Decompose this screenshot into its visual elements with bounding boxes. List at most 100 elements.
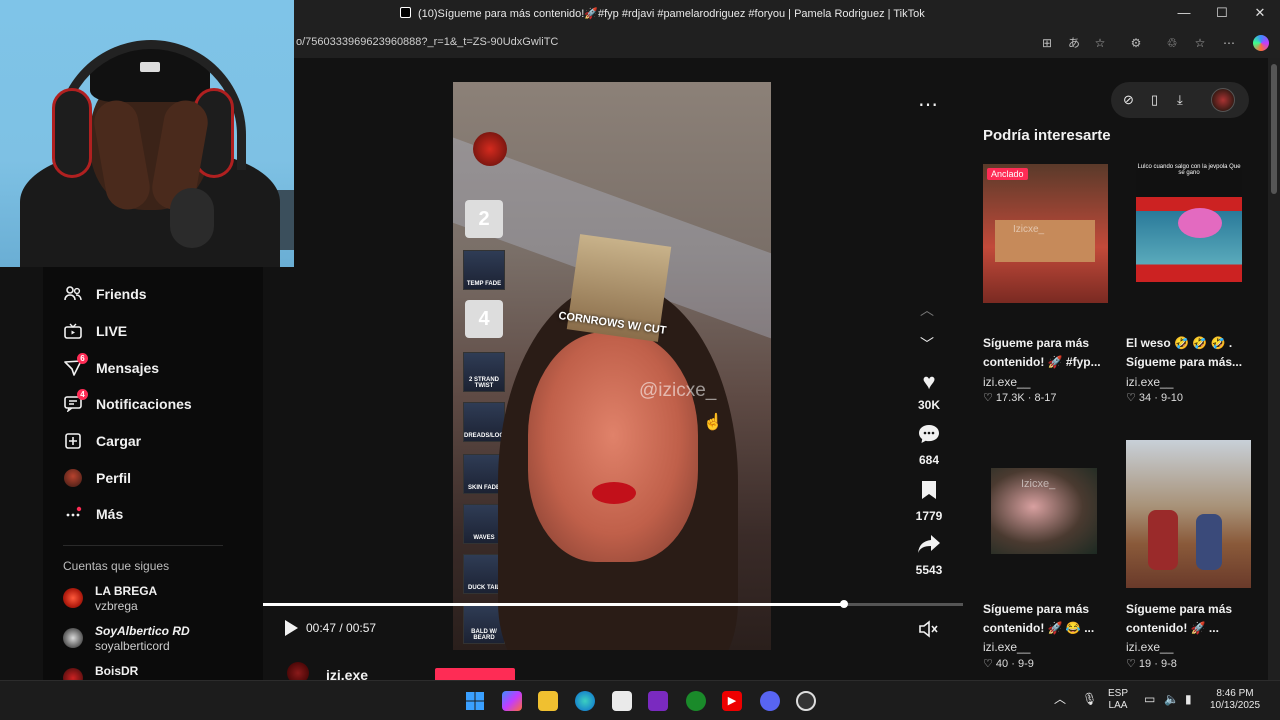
sidebar-item-label: Friends <box>96 286 147 302</box>
sidebar-item-perfil[interactable]: Perfil <box>63 466 131 490</box>
friends-icon <box>63 284 83 304</box>
language-bottom: LAA <box>1108 700 1128 711</box>
user-avatar[interactable] <box>1211 88 1235 112</box>
sidebar-item-label: Notificaciones <box>96 396 192 412</box>
microphone-icon[interactable]: 🎙 <box>1082 693 1097 705</box>
webcam-overlay <box>0 0 294 267</box>
youtube-icon[interactable]: ▶ <box>722 691 742 711</box>
sidebar-item-mensajes[interactable]: 6 Mensajes <box>63 353 160 380</box>
card-overlay-text: Lulco cuando salgo con la jevpola Que se… <box>1137 164 1241 176</box>
like-count: 30K <box>917 398 940 412</box>
card-stats: ♡ 34 · 9-10 <box>1126 392 1183 404</box>
rank-badge: 2 <box>465 200 503 238</box>
comment-icon[interactable] <box>908 424 950 449</box>
copilot-icon[interactable] <box>1253 35 1269 51</box>
file-explorer-icon[interactable] <box>538 691 558 711</box>
rank-1-avatar <box>473 132 507 166</box>
card-caption: Sígueme para más contenido! 🚀 ... <box>1126 602 1233 635</box>
notifications-badge: 4 <box>77 389 88 400</box>
video-player[interactable]: 2 TEMP FADE 4 2 STRAND TWIST DREADS/LOCS… <box>453 82 771 650</box>
video-lips <box>592 482 636 504</box>
tray-overflow-icon[interactable]: ︿ <box>1054 693 1066 705</box>
volume-icon[interactable]: 🔈 <box>1164 693 1179 705</box>
battery-icon[interactable]: ▮ <box>1185 693 1192 705</box>
sidebar-item-label: LIVE <box>96 323 128 339</box>
compass-icon[interactable]: ⊘ <box>1123 92 1134 108</box>
save-action[interactable]: 1779 <box>908 480 950 523</box>
save-count: 1779 <box>915 509 943 523</box>
minimize-button[interactable]: — <box>1174 4 1194 22</box>
progress-knob[interactable] <box>840 600 848 608</box>
haircut-thumbnail: 2 STRAND TWIST <box>463 352 505 392</box>
card-likes: 34 <box>1138 392 1152 404</box>
sidebar-item-label: Cargar <box>96 433 142 449</box>
microphone <box>170 188 214 248</box>
favorite-star-icon[interactable]: ☆ <box>1092 35 1108 51</box>
settings-menu-icon[interactable]: ⋯ <box>1221 35 1237 51</box>
rank-badge: 4 <box>465 300 503 338</box>
windows-start-icon[interactable] <box>465 691 485 711</box>
share-count: 5543 <box>915 563 943 577</box>
following-handle: vzbrega <box>95 599 138 613</box>
video-progress-bar[interactable] <box>263 600 963 608</box>
sidebar-item-friends[interactable]: Friends <box>63 282 147 306</box>
sidebar-item-cargar[interactable]: Cargar <box>63 429 141 453</box>
like-action[interactable]: ♥ 30K <box>908 370 950 413</box>
messages-icon: 6 <box>63 353 88 378</box>
sidebar-item-notificaciones[interactable]: 4 Notificaciones <box>63 389 192 416</box>
url-field[interactable]: o/7560333969623960888?_r=1&_t=ZS-90UdxGw… <box>296 36 558 48</box>
more-icon <box>63 504 83 524</box>
copilot-app-icon[interactable] <box>502 691 522 711</box>
heart-icon[interactable]: ♥ <box>908 370 950 394</box>
scrollbar-thumb[interactable] <box>1271 64 1277 194</box>
card-user: izi.exe__ <box>1126 375 1174 389</box>
follow-button[interactable] <box>435 668 515 680</box>
next-video-icon[interactable]: ﹀ <box>920 334 934 354</box>
comment-action[interactable]: 684 <box>908 424 950 467</box>
pinned-badge: Anclado <box>987 168 1028 180</box>
clock[interactable]: 8:46 PM 10/13/2025 <box>1208 688 1262 712</box>
share-action[interactable]: 5543 <box>908 534 950 577</box>
haircut-label: 2 STRAND TWIST <box>468 377 499 389</box>
share-icon[interactable] <box>908 534 950 559</box>
sidebar-item-mas[interactable]: Más <box>63 502 123 526</box>
messages-badge: 6 <box>77 353 88 364</box>
sidebar-item-live[interactable]: LIVE <box>63 319 127 343</box>
card-date: 9-9 <box>1017 658 1034 670</box>
app-available-icon[interactable]: ⊞ <box>1039 35 1055 51</box>
card-date: 8-17 <box>1034 392 1057 404</box>
app-icon[interactable] <box>648 691 668 711</box>
extensions-icon[interactable]: ⚙ <box>1128 35 1144 51</box>
page-scrollbar[interactable] <box>1268 58 1280 680</box>
language-indicator[interactable]: ESP LAA <box>1108 688 1128 712</box>
tab-title[interactable]: (10)Sígueme para más contenido!🚀#fyp #rd… <box>418 7 925 20</box>
tiktok-icon <box>400 7 411 18</box>
network-icon[interactable]: ▭ <box>1144 693 1155 705</box>
card-stats: ♡ 17.3K · 8-17 <box>983 392 1057 404</box>
xbox-icon[interactable] <box>686 691 706 711</box>
card-user: izi.exe__ <box>983 375 1031 389</box>
maximize-button[interactable]: ☐ <box>1212 4 1232 22</box>
card-likes: 19 <box>1138 658 1152 670</box>
mouse-cursor-icon: ☝ <box>703 414 723 431</box>
previous-video-icon[interactable]: ︿ <box>920 300 934 320</box>
browser-essentials-icon[interactable]: ♲ <box>1164 35 1180 51</box>
bookmark-icon[interactable] <box>908 480 950 505</box>
device-icon[interactable]: ▯ <box>1151 92 1158 108</box>
steam-icon[interactable] <box>796 691 816 711</box>
download-icon[interactable]: ⤓ <box>1177 92 1183 108</box>
favorites-icon[interactable]: ☆ <box>1192 35 1208 51</box>
card-thumbnail: Izicxe_ <box>991 468 1097 554</box>
volume-muted-icon[interactable] <box>919 620 939 643</box>
sidebar-item-label: Mensajes <box>96 360 160 376</box>
discord-icon[interactable] <box>760 691 780 711</box>
close-window-button[interactable]: ✕ <box>1250 4 1270 22</box>
translate-icon[interactable]: あ <box>1066 35 1082 51</box>
microsoft-store-icon[interactable] <box>612 691 632 711</box>
edge-browser-icon[interactable] <box>575 691 595 711</box>
card-thumbnail <box>1136 164 1242 282</box>
card-caption: El weso 🤣 🤣 🤣 . Sígueme para más... <box>1126 336 1243 369</box>
more-options-icon[interactable]: ⋯ <box>918 92 938 117</box>
play-icon[interactable] <box>283 619 299 642</box>
windows-taskbar: ▶ ︿ 🎙 ESP LAA ▭ 🔈 ▮ 8:46 PM 10/13/2025 <box>0 680 1280 720</box>
